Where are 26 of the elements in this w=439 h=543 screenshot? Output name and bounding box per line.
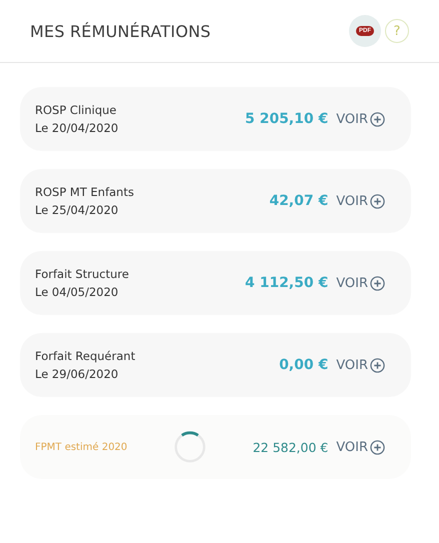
estimate-label: FPMT estimé 2020 — [35, 442, 128, 452]
plus-circle-icon — [370, 276, 385, 290]
payment-date: Le 25/04/2020 — [35, 203, 118, 217]
payment-label: ROSP Clinique — [35, 103, 116, 117]
plus-circle-icon — [370, 440, 385, 454]
view-button[interactable]: VOIR — [336, 194, 385, 208]
page-title: MES RÉMUNÉRATIONS — [30, 22, 211, 40]
amount-text: 22 582,00 € — [252, 440, 328, 454]
amount-text: 5 205,10 € — [244, 111, 328, 127]
payment-date: Le 29/06/2020 — [35, 367, 118, 381]
view-button[interactable]: VOIR — [336, 276, 385, 290]
view-button[interactable]: VOIR — [336, 440, 385, 454]
view-button[interactable]: VOIR — [336, 358, 385, 372]
view-button[interactable]: VOIR — [336, 112, 385, 126]
amount-text: 42,07 € — [269, 193, 328, 209]
payment-date: Le 04/05/2020 — [35, 285, 118, 299]
payment-label: Forfait Requérant — [35, 349, 136, 363]
payment-label: Forfait Structure — [35, 267, 129, 281]
plus-circle-icon — [370, 194, 385, 208]
plus-circle-icon — [370, 358, 385, 372]
plus-circle-icon — [370, 112, 385, 126]
amount-text: 0,00 € — [279, 357, 328, 373]
spinner-icon — [172, 430, 207, 464]
payment-date: Le 20/04/2020 — [35, 121, 118, 135]
payment-label: ROSP MT Enfants — [35, 185, 134, 199]
amount-text: 4 112,50 € — [244, 275, 328, 291]
